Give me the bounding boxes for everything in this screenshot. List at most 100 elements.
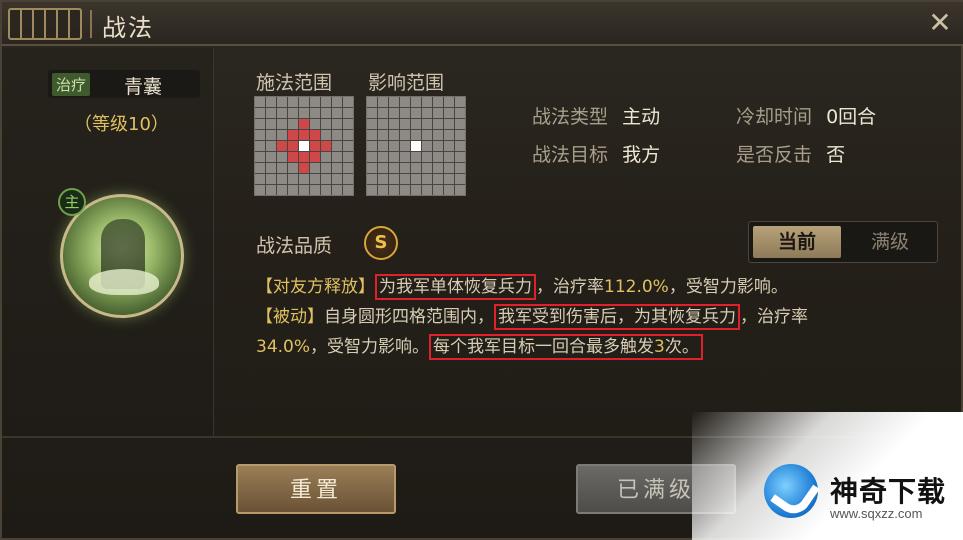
grid-cell: [299, 97, 309, 107]
grid-cell: [310, 130, 320, 140]
cooldown-value: 0回合: [826, 106, 877, 128]
desc-text: 每个我军目标一回合最多触发: [433, 337, 655, 357]
grid-cell: [455, 130, 465, 140]
grid-cell: [389, 108, 399, 118]
grid-cell: [343, 108, 353, 118]
grid-cell: [400, 163, 410, 173]
quality-label: 战法品质: [256, 235, 333, 257]
cast-range-grid: [254, 96, 354, 196]
close-button[interactable]: ✕: [925, 8, 955, 38]
grid-cell: [299, 174, 309, 184]
grid-cell: [255, 141, 265, 151]
grid-cell: [422, 97, 432, 107]
grid-cell: [367, 152, 377, 162]
reset-button[interactable]: 重置: [236, 464, 396, 514]
grid-cell: [433, 163, 443, 173]
hero-name: 青囊: [124, 76, 163, 98]
grid-cell: [422, 185, 432, 195]
grid-cell: [277, 108, 287, 118]
grid-cell: [411, 141, 421, 151]
skill-target-label: 战法目标: [532, 144, 609, 166]
grid-cell: [411, 163, 421, 173]
skill-panel: 战法 ✕ 治疗 青囊 （等级10） 主 施法范围 影响范围 战法类型 主动 冷却…: [0, 0, 963, 540]
grid-cell: [343, 130, 353, 140]
toggle-current[interactable]: 当前: [753, 226, 841, 258]
grid-cell: [288, 108, 298, 118]
grid-cell: [266, 174, 276, 184]
hero-tag-row: 治疗 青囊: [48, 70, 200, 98]
grid-cell: [266, 97, 276, 107]
grid-cell: [255, 163, 265, 173]
hero-column: 治疗 青囊 （等级10） 主: [2, 48, 214, 438]
grid-cell: [444, 141, 454, 151]
grid-cell: [400, 185, 410, 195]
watermark-brand: 神奇下载: [830, 475, 947, 508]
grid-cell: [444, 185, 454, 195]
grid-cell: [400, 141, 410, 151]
grid-cell: [389, 163, 399, 173]
grid-cell: [277, 185, 287, 195]
grid-cell: [411, 174, 421, 184]
grid-cell: [378, 141, 388, 151]
grid-cell: [343, 174, 353, 184]
grid-cell: [321, 97, 331, 107]
grid-cell: [455, 119, 465, 129]
grid-cell: [332, 141, 342, 151]
grid-cell: [255, 174, 265, 184]
grid-cell: [433, 130, 443, 140]
grid-cell: [310, 174, 320, 184]
grid-cell: [411, 185, 421, 195]
grid-cell: [433, 174, 443, 184]
toggle-max[interactable]: 满级: [847, 226, 933, 258]
counter-label: 是否反击: [736, 144, 813, 166]
desc-text: ，受智力影响。: [310, 337, 430, 357]
desc-active-tag: 【对友方释放】: [256, 277, 375, 297]
grid-cell: [367, 108, 377, 118]
grid-cell: [321, 141, 331, 151]
grid-cell: [389, 141, 399, 151]
grid-cell: [378, 108, 388, 118]
grid-cell: [455, 141, 465, 151]
grid-cell: [343, 185, 353, 195]
grid-cell: [277, 119, 287, 129]
title-bar: 战法 ✕: [2, 2, 963, 46]
grid-cell: [299, 163, 309, 173]
grid-cell: [332, 185, 342, 195]
grid-cell: [321, 185, 331, 195]
grid-cell: [378, 174, 388, 184]
grid-cell: [288, 185, 298, 195]
grid-cell: [389, 119, 399, 129]
grid-cell: [310, 119, 320, 129]
desc-highlight-1: 为我军单体恢复兵力: [375, 274, 536, 300]
grid-cell: [444, 108, 454, 118]
grid-cell: [411, 108, 421, 118]
effect-range-grid: [366, 96, 466, 196]
grid-cell: [288, 97, 298, 107]
grid-cell: [367, 119, 377, 129]
grid-cell: [266, 152, 276, 162]
grid-cell: [389, 130, 399, 140]
grid-cell: [266, 163, 276, 173]
grid-cell: [422, 119, 432, 129]
quality-grade-badge: S: [364, 226, 398, 260]
grid-cell: [277, 174, 287, 184]
grid-cell: [433, 141, 443, 151]
grid-cell: [288, 141, 298, 151]
description-line-3: 34.0%，受智力影响。 每个我军目标一回合最多触发3次。: [256, 332, 703, 360]
grid-cell: [343, 141, 353, 151]
grid-cell: [288, 174, 298, 184]
grid-cell: [310, 185, 320, 195]
grid-cell: [389, 152, 399, 162]
grid-cell: [255, 130, 265, 140]
hero-type-tag: 治疗: [52, 73, 91, 96]
grid-cell: [444, 97, 454, 107]
grid-cell: [310, 152, 320, 162]
grid-cell: [433, 119, 443, 129]
skill-type-label: 战法类型: [532, 106, 609, 128]
cooldown-row: 冷却时间 0回合: [736, 102, 876, 129]
grid-cell: [277, 97, 287, 107]
level-toggle: 当前 满级: [748, 221, 938, 263]
grid-cell: [255, 152, 265, 162]
grid-cell: [422, 163, 432, 173]
grid-cell: [422, 108, 432, 118]
